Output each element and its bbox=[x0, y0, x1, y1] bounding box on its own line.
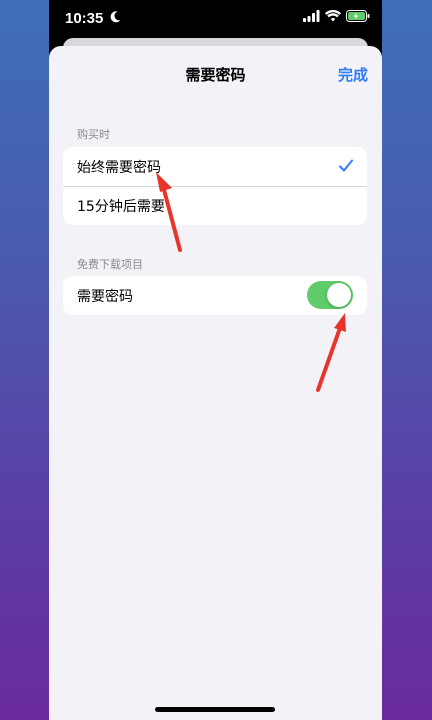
settings-sheet: 需要密码 完成 购买时 始终需要密码 15分钟后需要 免费下载项目 需要密码 bbox=[49, 46, 382, 720]
purchase-options-group: 始终需要密码 15分钟后需要 bbox=[63, 147, 367, 225]
require-password-toggle[interactable] bbox=[307, 281, 353, 309]
toggle-knob bbox=[327, 283, 351, 307]
status-bar: 10:35 bbox=[49, 0, 382, 40]
toggle-label: 需要密码 bbox=[77, 288, 133, 305]
option-label: 始终需要密码 bbox=[77, 159, 161, 176]
option-always-require[interactable]: 始终需要密码 bbox=[63, 147, 367, 186]
section-header-free-downloads: 免费下载项目 bbox=[77, 258, 143, 271]
page-title: 需要密码 bbox=[185, 66, 246, 84]
done-button[interactable]: 完成 bbox=[338, 64, 368, 85]
free-downloads-group: 需要密码 bbox=[63, 276, 367, 315]
option-label: 15分钟后需要 bbox=[77, 199, 165, 215]
require-password-row: 需要密码 bbox=[63, 276, 367, 315]
status-time: 10:35 bbox=[65, 10, 104, 27]
battery-charging-icon bbox=[346, 10, 370, 22]
home-indicator bbox=[155, 707, 275, 712]
status-icons bbox=[303, 10, 370, 22]
wifi-icon bbox=[325, 10, 341, 22]
moon-icon bbox=[110, 11, 121, 23]
option-after-15-minutes[interactable]: 15分钟后需要 bbox=[63, 186, 367, 225]
phone-screen: 10:35 需要密码 完成 购买时 始终需要密码 15分钟后需要 免费下载项目 … bbox=[49, 0, 382, 720]
signal-icon bbox=[303, 10, 320, 22]
checkmark-icon bbox=[339, 159, 353, 172]
section-header-purchase: 购买时 bbox=[77, 128, 110, 141]
